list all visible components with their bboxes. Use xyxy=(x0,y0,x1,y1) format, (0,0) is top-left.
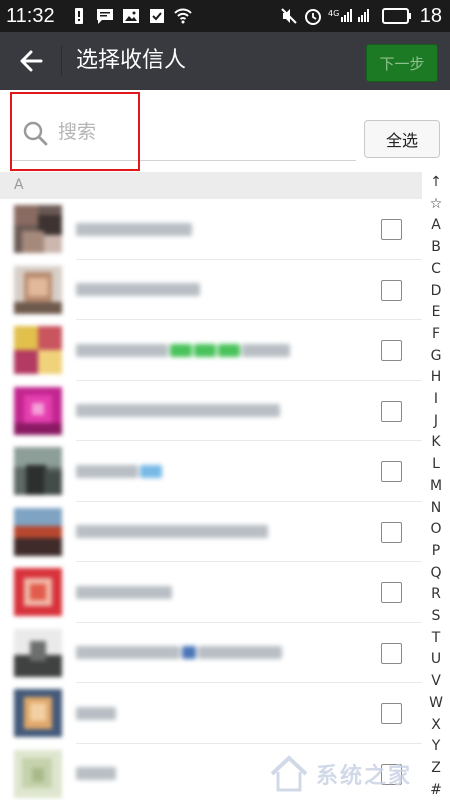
index-letter[interactable]: T xyxy=(422,628,450,648)
index-letter[interactable]: D xyxy=(422,281,450,301)
back-button[interactable] xyxy=(10,44,52,78)
avatar xyxy=(14,749,62,798)
message-notification-icon xyxy=(97,9,113,24)
index-letter[interactable]: R xyxy=(422,584,450,604)
contact-row[interactable] xyxy=(0,623,422,683)
signal-4g-icon: 4G xyxy=(328,9,369,22)
search-underline xyxy=(12,160,356,161)
contact-checkbox[interactable] xyxy=(381,521,402,543)
gallery-notification-icon xyxy=(123,9,139,23)
index-letter[interactable]: K xyxy=(422,432,450,452)
avatar xyxy=(14,507,62,556)
contact-row[interactable] xyxy=(0,562,422,623)
index-letter[interactable]: C xyxy=(422,259,450,279)
index-letter[interactable]: B xyxy=(422,237,450,257)
system-status-icons: 4G 18 xyxy=(280,6,450,26)
contact-name-obscured xyxy=(76,279,200,301)
battery-icon xyxy=(381,8,411,24)
status-bar: 11:32 4G 18 xyxy=(0,0,450,32)
avatar xyxy=(14,386,62,435)
wifi-icon xyxy=(174,8,192,24)
task-notification-icon xyxy=(150,9,164,23)
contact-row[interactable] xyxy=(0,502,422,562)
index-letter[interactable]: # xyxy=(422,780,450,800)
contact-checkbox[interactable] xyxy=(381,400,402,422)
index-letter[interactable]: ↑ xyxy=(422,172,450,192)
avatar xyxy=(14,568,62,616)
contact-name-obscured xyxy=(76,521,268,543)
contact-name-obscured xyxy=(76,400,280,422)
contact-row[interactable] xyxy=(0,744,422,800)
index-letter[interactable]: S xyxy=(422,606,450,626)
contact-row[interactable] xyxy=(0,441,422,502)
next-step-button[interactable]: 下一步 xyxy=(366,44,438,82)
index-letter[interactable]: L xyxy=(422,454,450,474)
search-input[interactable] xyxy=(58,114,338,150)
index-letter[interactable]: W xyxy=(422,693,450,713)
mute-icon xyxy=(281,8,297,24)
contact-name-obscured xyxy=(76,702,116,724)
index-letter[interactable]: G xyxy=(422,346,450,366)
contact-checkbox[interactable] xyxy=(381,279,402,301)
back-arrow-icon xyxy=(20,50,43,72)
contact-checkbox[interactable] xyxy=(381,219,402,240)
page-title: 选择收信人 xyxy=(76,48,187,73)
index-letter[interactable]: V xyxy=(422,671,450,691)
index-letter[interactable]: P xyxy=(422,541,450,561)
contact-row[interactable] xyxy=(0,199,422,260)
select-all-button[interactable]: 全选 xyxy=(364,120,440,158)
index-letter[interactable]: N xyxy=(422,498,450,518)
title-bar: 选择收信人 下一步 xyxy=(0,32,450,90)
index-letter[interactable]: O xyxy=(422,519,450,539)
network-label: 4G xyxy=(328,9,339,18)
index-letter[interactable]: H xyxy=(422,367,450,387)
notification-icons xyxy=(70,7,192,25)
index-letter[interactable]: Z xyxy=(422,758,450,778)
avatar xyxy=(14,205,62,253)
avatar xyxy=(14,447,62,495)
index-letter[interactable]: J xyxy=(422,411,450,431)
contact-checkbox[interactable] xyxy=(381,763,402,785)
search-icon xyxy=(23,121,48,146)
contact-name-obscured xyxy=(76,581,172,603)
contact-name-obscured xyxy=(76,763,116,785)
alert-notification-icon xyxy=(75,8,83,24)
contact-checkbox[interactable] xyxy=(381,582,402,603)
index-letter[interactable]: A xyxy=(422,215,450,235)
battery-level: 18 xyxy=(419,5,442,27)
contact-name-obscured xyxy=(76,339,290,361)
section-header-a: A xyxy=(0,172,422,199)
contact-checkbox[interactable] xyxy=(381,461,402,482)
status-time: 11:32 xyxy=(6,5,55,27)
avatar xyxy=(14,326,62,374)
contact-name-obscured xyxy=(76,460,162,482)
index-letter[interactable]: X xyxy=(422,715,450,735)
avatar xyxy=(14,628,62,677)
contact-name-obscured xyxy=(76,218,192,240)
contact-row[interactable] xyxy=(0,260,422,320)
alphabet-index-bar[interactable]: ↑ ☆ A B C D E F G H I J K L M N O P Q R S T U V W X Y Z # xyxy=(422,172,450,800)
contact-checkbox[interactable] xyxy=(381,642,402,664)
contact-row[interactable] xyxy=(0,320,422,381)
contact-name-obscured xyxy=(76,642,282,664)
index-letter[interactable]: ☆ xyxy=(422,194,450,214)
avatar xyxy=(14,689,62,737)
contact-row[interactable] xyxy=(0,381,422,441)
avatar xyxy=(14,265,62,314)
index-letter[interactable]: E xyxy=(422,302,450,322)
contact-list xyxy=(0,199,422,800)
index-letter[interactable]: Q xyxy=(422,563,450,583)
contact-checkbox[interactable] xyxy=(381,340,402,361)
contact-checkbox[interactable] xyxy=(381,703,402,724)
title-divider xyxy=(61,46,62,76)
index-letter[interactable]: I xyxy=(422,389,450,409)
search-area: 全选 xyxy=(0,90,450,172)
index-letter[interactable]: U xyxy=(422,649,450,669)
index-letter[interactable]: Y xyxy=(422,736,450,756)
index-letter[interactable]: M xyxy=(422,476,450,496)
index-letter[interactable]: F xyxy=(422,324,450,344)
alarm-icon xyxy=(304,9,321,25)
contact-row[interactable] xyxy=(0,683,422,744)
